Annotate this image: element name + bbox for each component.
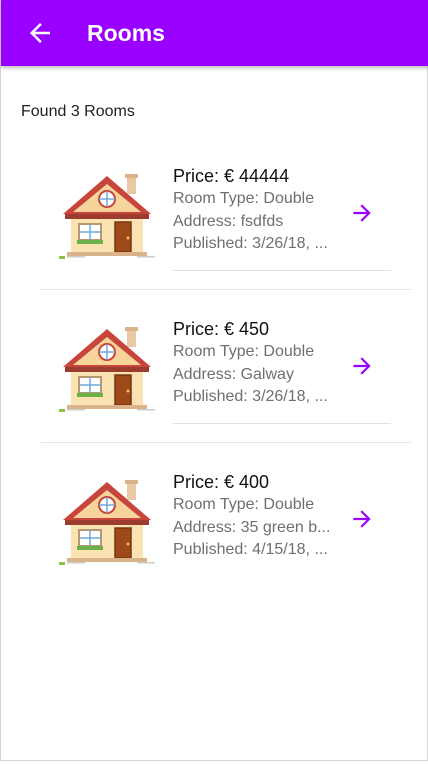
room-price: Price: € 450 (173, 319, 270, 339)
house-icon (59, 174, 155, 259)
room-address: Address: Galway (173, 365, 294, 383)
room-list-item[interactable]: Price: € 44444 Room Type: Double Address… (1, 150, 428, 303)
room-info: Price: € 450 Room Type: Double Address: … (173, 317, 339, 409)
results-count: Found 3 Rooms (21, 103, 135, 120)
room-address: Address: fsdfds (173, 212, 284, 230)
app-screen: Rooms Found 3 Rooms Price: € 44444 Room … (0, 0, 428, 761)
arrow-right-icon[interactable] (349, 353, 375, 379)
arrow-right-icon[interactable] (349, 506, 375, 532)
list-divider (41, 442, 411, 443)
room-address: Address: 35 green b... (173, 518, 331, 536)
page-title: Rooms (87, 20, 165, 46)
room-type: Room Type: Double (173, 343, 315, 360)
arrow-left-icon[interactable] (25, 18, 55, 48)
room-published: Published: 3/26/18, ... (173, 235, 328, 252)
item-divider (173, 423, 391, 424)
item-divider (173, 270, 391, 271)
house-icon (59, 480, 155, 565)
room-info: Price: € 44444 Room Type: Double Address… (173, 164, 339, 256)
list-divider (41, 289, 411, 290)
room-published: Published: 3/26/18, ... (173, 388, 328, 405)
room-list-item[interactable]: Price: € 450 Room Type: Double Address: … (1, 303, 428, 456)
room-published: Published: 4/15/18, ... (173, 541, 328, 558)
room-price: Price: € 400 (173, 472, 270, 492)
house-icon (59, 327, 155, 412)
room-list-item[interactable]: Price: € 400 Room Type: Double Address: … (1, 456, 428, 609)
room-price: Price: € 44444 (173, 166, 290, 186)
room-type: Room Type: Double (173, 496, 315, 513)
room-info: Price: € 400 Room Type: Double Address: … (173, 470, 339, 562)
room-list: Price: € 44444 Room Type: Double Address… (1, 150, 428, 609)
room-type: Room Type: Double (173, 190, 315, 207)
arrow-right-icon[interactable] (349, 200, 375, 226)
app-bar: Rooms (1, 0, 428, 66)
